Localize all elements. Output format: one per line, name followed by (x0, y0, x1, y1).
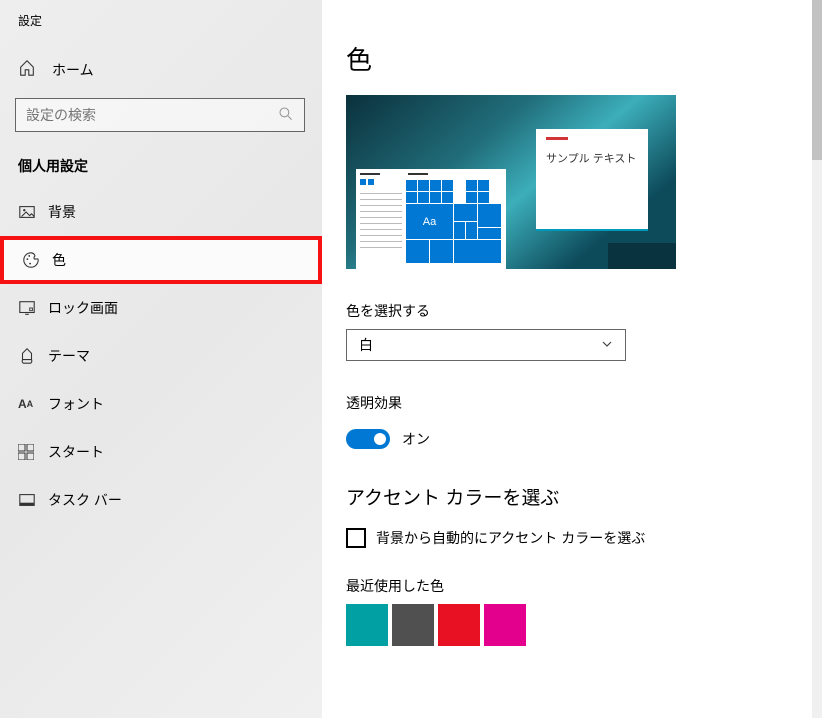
section-header: 個人用設定 (0, 132, 322, 188)
transparency-label: 透明効果 (346, 361, 822, 421)
color-select-label: 色を選択する (346, 269, 822, 329)
accent-auto-checkbox[interactable] (346, 528, 366, 548)
sidebar-item-label: スタート (48, 442, 104, 462)
recent-color-swatch[interactable] (438, 604, 480, 646)
recent-colors-label: 最近使用した色 (346, 548, 822, 604)
sidebar-item-label: テーマ (48, 346, 90, 366)
sidebar-item-label: ロック画面 (48, 298, 118, 318)
transparency-state: オン (402, 429, 430, 449)
sidebar-item-themes[interactable]: テーマ (0, 332, 322, 380)
preview-start-menu: Aa (356, 169, 506, 269)
vertical-scrollbar[interactable] (812, 0, 822, 718)
transparency-toggle[interactable] (346, 429, 390, 449)
accent-auto-label: 背景から自動的にアクセント カラーを選ぶ (376, 528, 645, 548)
sidebar-item-taskbar[interactable]: タスク バー (0, 476, 322, 524)
home-label: ホーム (52, 60, 94, 80)
preview-sample-window: サンプル テキスト (536, 129, 648, 231)
home-button[interactable]: ホーム (0, 29, 322, 98)
recent-color-swatch[interactable] (484, 604, 526, 646)
chevron-down-icon (601, 337, 613, 353)
search-box[interactable] (15, 98, 305, 132)
window-title: 設定 (0, 0, 322, 29)
page-title: 色 (346, 0, 822, 95)
recent-color-swatch[interactable] (346, 604, 388, 646)
sidebar-item-label: タスク バー (48, 490, 122, 510)
recent-colors-row (346, 604, 822, 646)
sidebar-item-label: 背景 (48, 202, 76, 222)
color-select-value: 白 (359, 335, 373, 355)
sidebar-item-fonts[interactable]: AA フォント (0, 380, 322, 428)
search-icon (278, 106, 294, 125)
taskbar-icon (18, 491, 48, 509)
sidebar: 設定 ホーム 個人用設定 背景 (0, 0, 322, 718)
sidebar-item-colors[interactable]: 色 (0, 236, 322, 284)
main-panel: 色 サンプル テキスト (322, 0, 822, 718)
lockscreen-icon (18, 299, 48, 317)
sidebar-item-label: フォント (48, 394, 104, 414)
theme-icon (18, 347, 48, 365)
sidebar-item-start[interactable]: スタート (0, 428, 322, 476)
color-select[interactable]: 白 (346, 329, 626, 361)
preview-aa-tile: Aa (406, 204, 453, 239)
sidebar-item-background[interactable]: 背景 (0, 188, 322, 236)
preview-sample-text: サンプル テキスト (546, 150, 638, 166)
accent-heading: アクセント カラーを選ぶ (346, 449, 822, 528)
search-input[interactable] (26, 107, 266, 123)
font-icon: AA (18, 397, 48, 411)
recent-color-swatch[interactable] (392, 604, 434, 646)
palette-icon (22, 251, 52, 269)
start-icon (18, 444, 48, 460)
preview: サンプル テキスト (346, 95, 676, 269)
image-icon (18, 203, 48, 221)
sidebar-item-lockscreen[interactable]: ロック画面 (0, 284, 322, 332)
sidebar-item-label: 色 (52, 250, 66, 270)
home-icon (18, 59, 52, 80)
scrollbar-thumb[interactable] (812, 0, 822, 160)
